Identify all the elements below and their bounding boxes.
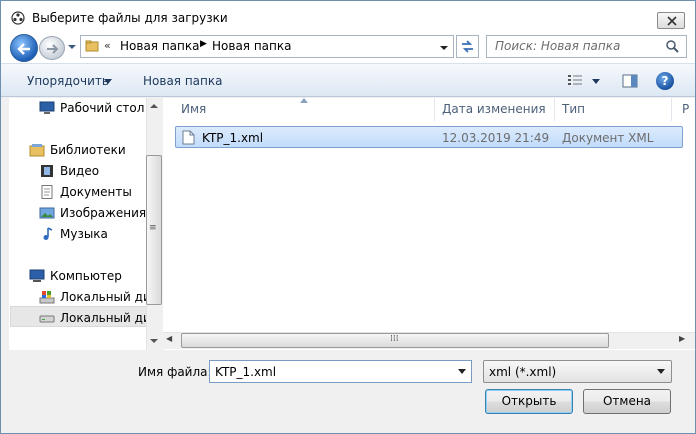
file-type: Документ XML [562,131,654,145]
close-button[interactable] [657,12,685,29]
view-dropdown-icon[interactable] [592,79,600,85]
filename-label: Имя файла: [138,365,212,379]
folder-icon [85,40,99,52]
file-open-dialog: Выберите файлы для загрузки « Новая папк… [0,0,696,434]
sidebar-item-video[interactable]: Видео [60,164,99,178]
scroll-up-icon[interactable] [149,102,159,110]
view-options-icon[interactable] [567,74,583,87]
xml-file-icon [182,130,195,145]
filename-value[interactable]: KTP_1.xml [215,365,276,379]
close-icon [667,16,677,26]
recent-locations-dropdown[interactable] [67,43,77,51]
sidebar-item-documents[interactable]: Документы [60,185,132,199]
breadcrumb-segment[interactable]: Новая папка [120,39,199,53]
preview-pane-icon[interactable] [622,73,638,89]
cancel-button[interactable]: Отмена [583,389,671,414]
address-overflow-chevron[interactable]: « [104,39,111,52]
column-header-date[interactable]: Дата изменения [442,98,555,121]
filetype-value[interactable]: xml (*.xml) [489,365,556,379]
sidebar-item-music[interactable]: Музыка [60,227,108,241]
computer-icon [29,269,45,282]
search-icon[interactable] [665,39,679,53]
refresh-icon [462,40,473,53]
pictures-icon [39,207,55,219]
documents-icon [41,185,53,199]
address-dropdown-icon[interactable] [439,44,449,52]
forward-button[interactable] [39,36,65,60]
column-header-name[interactable]: Имя [181,98,435,121]
sidebar-item-local-disk-d[interactable]: Локальный дис [60,311,157,325]
sidebar-item-pictures[interactable]: Изображения [60,206,146,220]
search-placeholder: Поиск: Новая папка [495,39,621,53]
open-button[interactable]: Открыть [485,389,573,414]
sidebar-item-computer[interactable]: Компьютер [50,269,122,283]
app-icon [11,11,25,25]
filetype-dropdown-icon[interactable] [657,369,665,375]
sidebar-item-libraries[interactable]: Библиотеки [50,143,126,157]
column-header-size[interactable]: Р [682,98,695,121]
horizontal-scroll-grip-icon: ⁞⁞⁞ [390,334,399,344]
organize-button[interactable]: Упорядочить [27,74,109,88]
scroll-down-icon[interactable] [149,337,159,345]
music-icon [43,227,53,240]
file-date: 12.03.2019 21:49 [442,131,550,145]
video-icon [41,165,53,177]
sidebar-item-local-disk-c[interactable]: Локальный дис [60,290,157,304]
sidebar-item-desktop[interactable]: Рабочий стол [60,101,144,115]
chevron-down-icon[interactable] [104,79,112,85]
column-header-type[interactable]: Тип [562,98,672,121]
filename-dropdown-icon[interactable] [458,369,466,375]
scroll-left-icon[interactable]: ◀ [166,334,172,343]
window-title: Выберите файлы для загрузки [32,11,228,25]
scroll-grip-icon: ≡ [149,223,157,233]
refresh-button[interactable] [456,35,479,58]
back-button[interactable] [10,34,38,62]
new-folder-button[interactable]: Новая папка [143,74,222,88]
drive-icon [39,315,55,323]
arrow-left-icon [17,43,30,55]
help-icon[interactable]: ? [656,72,674,90]
file-name[interactable]: KTP_1.xml [202,131,263,145]
system-drive-icon [39,291,55,304]
arrow-right-icon [47,44,59,54]
breadcrumb-segment[interactable]: Новая папка [212,39,291,53]
breadcrumb-separator-icon[interactable]: ▶ [200,39,207,49]
scroll-right-icon[interactable]: ▶ [679,334,685,343]
libraries-icon [29,144,45,157]
desktop-icon [39,101,55,114]
